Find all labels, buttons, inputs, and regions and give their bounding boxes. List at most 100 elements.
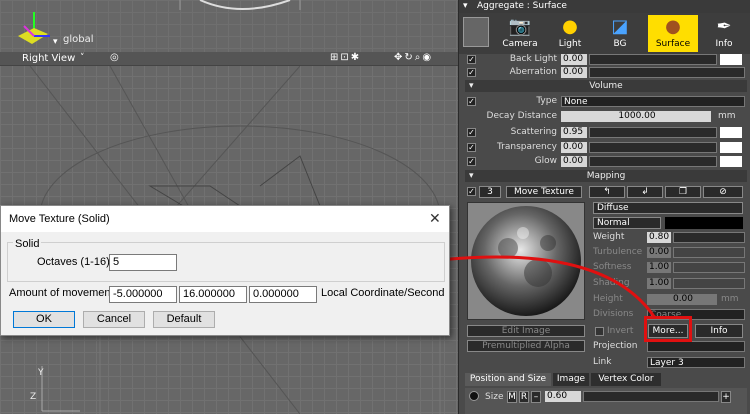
target-icon[interactable]: ◎ <box>110 52 119 63</box>
size-radio[interactable] <box>469 391 479 401</box>
link-row: Link Layer 3 <box>593 357 749 369</box>
tab-camera[interactable]: 📷 Camera <box>495 15 545 52</box>
pan-icon[interactable]: ✥ <box>394 52 404 63</box>
viewport-title[interactable]: Right View <box>22 53 75 64</box>
turbulence-slider[interactable] <box>673 247 745 258</box>
fit-icon[interactable]: ⊡ <box>340 52 350 63</box>
diffuse-color-swatch[interactable] <box>665 217 743 229</box>
transparency-label: Transparency <box>496 142 557 152</box>
movement-z-input[interactable]: 0.000000 <box>249 286 317 303</box>
size-slider[interactable] <box>583 391 719 402</box>
viewport-header: Right View ˅ ◎ ⊞⊡✱ ✥↻⌕◉ <box>0 52 458 66</box>
space-indicator-icon: ▾ <box>53 37 58 47</box>
diffuse-select[interactable]: Diffuse <box>593 202 743 214</box>
camera-icon: 📷 <box>508 16 532 37</box>
tab-info[interactable]: ✒ Info <box>699 15 749 52</box>
size-increment-button[interactable]: + <box>721 391 731 403</box>
collapse-icon[interactable]: ▾ <box>463 1 468 11</box>
glow-field[interactable]: 0.00 <box>561 156 587 167</box>
tab-image[interactable]: Image <box>553 373 589 386</box>
bg-icon: ◪ <box>611 16 629 37</box>
tab-bg[interactable]: ◪ BG <box>595 15 645 52</box>
position-size-pane: Size M R – 0.60 + <box>465 388 747 414</box>
cancel-button[interactable]: Cancel <box>83 311 145 328</box>
back-light-field[interactable]: 0.00 <box>561 54 587 65</box>
glow-row: ✓ Glow 0.00 <box>465 156 747 168</box>
type-select[interactable]: None <box>561 96 745 107</box>
axis-z-label: Z <box>30 392 37 402</box>
decay-label: Decay Distance <box>486 111 557 121</box>
size-field[interactable]: 0.60 <box>545 391 581 402</box>
type-checkbox[interactable]: ✓ <box>467 97 476 106</box>
glow-checkbox[interactable]: ✓ <box>467 157 476 166</box>
render-icon[interactable]: ◉ <box>422 52 433 63</box>
scattering-checkbox[interactable]: ✓ <box>467 128 476 137</box>
tab-position-size[interactable]: Position and Size <box>465 373 551 386</box>
view-menu-icon[interactable]: ˅ <box>80 53 85 63</box>
move-down-icon[interactable]: ↲ <box>627 186 663 198</box>
decay-field[interactable]: 1000.00 <box>561 111 711 122</box>
coordinate-space-label[interactable]: global <box>63 34 94 45</box>
transparency-field[interactable]: 0.00 <box>561 142 587 153</box>
size-m-button[interactable]: M <box>507 391 517 403</box>
back-light-color[interactable] <box>720 54 742 65</box>
aberration-row: ✓ Aberration 0.00 <box>465 67 747 79</box>
shading-slider[interactable] <box>673 278 745 289</box>
default-button[interactable]: Default <box>153 311 215 328</box>
octaves-input[interactable]: 5 <box>109 254 177 271</box>
tab-surface[interactable]: ● Surface <box>648 15 698 52</box>
height-unit: mm <box>721 294 739 304</box>
aberration-label: Aberration <box>509 67 557 77</box>
material-preview-icon[interactable] <box>463 17 489 47</box>
transparency-slider[interactable] <box>589 142 717 153</box>
rotate-icon[interactable]: ↻ <box>404 52 414 63</box>
zoom-icon[interactable]: ⊞ <box>330 52 340 63</box>
volume-section-header[interactable]: ▾ Volume <box>465 80 747 92</box>
move-up-icon[interactable]: ↰ <box>589 186 625 198</box>
movement-y-input[interactable]: 16.000000 <box>179 286 247 303</box>
octaves-label: Octaves (1-16) <box>37 256 110 268</box>
volume-collapse-icon: ▾ <box>469 81 474 91</box>
transparency-row: ✓ Transparency 0.00 <box>465 142 747 154</box>
coordinate-label: Local Coordinate/Second <box>321 287 445 299</box>
tab-light[interactable]: ● Light <box>545 15 595 52</box>
close-icon[interactable]: ✕ <box>429 210 441 227</box>
premultiplied-alpha-select[interactable]: Premultiplied Alpha <box>467 340 585 352</box>
tab-vertex-color[interactable]: Vertex Color <box>591 373 661 386</box>
back-light-label: Back Light <box>509 54 557 64</box>
mapping-checkbox[interactable]: ✓ <box>467 187 476 196</box>
scattering-slider[interactable] <box>589 127 717 138</box>
link-select[interactable]: Layer 3 <box>647 357 745 368</box>
size-decrement-button[interactable]: – <box>531 391 541 403</box>
type-row: ✓ Type None <box>465 96 747 108</box>
glow-color[interactable] <box>720 156 742 167</box>
scattering-row: ✓ Scattering 0.95 <box>465 127 747 139</box>
weight-slider[interactable] <box>673 232 745 243</box>
scattering-field[interactable]: 0.95 <box>561 127 587 138</box>
transparency-color[interactable] <box>720 142 742 153</box>
movement-x-input[interactable]: -5.000000 <box>109 286 177 303</box>
size-r-button[interactable]: R <box>519 391 529 403</box>
settings-icon[interactable]: ✱ <box>351 52 361 63</box>
top-viewport[interactable]: ▾ global <box>0 0 458 52</box>
blend-mode-select[interactable]: Normal <box>593 217 661 229</box>
delete-icon[interactable]: ⊘ <box>703 186 743 198</box>
projection-select[interactable] <box>647 341 745 352</box>
aberration-checkbox[interactable]: ✓ <box>467 68 476 77</box>
scattering-color[interactable] <box>720 127 742 138</box>
viewport-tools: ⊞⊡✱ <box>330 52 361 63</box>
mapping-section-header[interactable]: ▾ Mapping <box>465 170 747 182</box>
ok-button[interactable]: OK <box>13 311 75 328</box>
mapping-mode-select[interactable]: Move Texture <box>506 186 582 198</box>
mapping-index-select[interactable]: 3 <box>479 186 501 198</box>
transparency-checkbox[interactable]: ✓ <box>467 143 476 152</box>
dialog-title: Move Texture (Solid) <box>9 213 110 225</box>
copy-icon[interactable]: ❐ <box>665 186 701 198</box>
softness-slider[interactable] <box>673 262 745 273</box>
aberration-field[interactable]: 0.00 <box>561 67 587 78</box>
glow-slider[interactable] <box>589 156 717 167</box>
info-button[interactable]: Info <box>695 324 743 338</box>
back-light-slider[interactable] <box>589 54 717 65</box>
back-light-checkbox[interactable]: ✓ <box>467 55 476 64</box>
aberration-slider[interactable] <box>589 67 745 78</box>
